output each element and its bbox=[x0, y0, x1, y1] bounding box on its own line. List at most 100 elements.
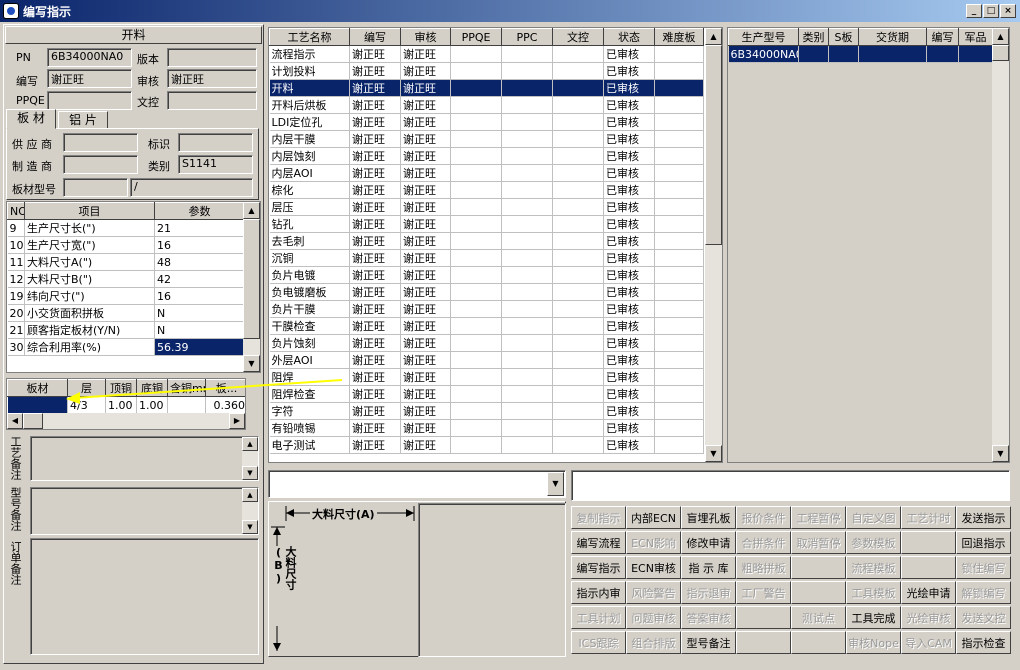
param-no[interactable]: 21 bbox=[7, 321, 25, 339]
param-value[interactable]: 56.39 bbox=[154, 338, 245, 356]
process-cell[interactable] bbox=[501, 181, 553, 199]
process-cell[interactable] bbox=[654, 436, 704, 454]
review-field[interactable]: 谢正旺 bbox=[167, 69, 257, 88]
process-cell[interactable] bbox=[450, 147, 502, 165]
process-cell[interactable] bbox=[501, 266, 553, 284]
process-cell[interactable] bbox=[552, 198, 604, 216]
action-button[interactable]: 编写指示 bbox=[571, 556, 626, 579]
process-cell[interactable] bbox=[552, 385, 604, 403]
process-row[interactable]: 负片干膜 谢正旺 谢正旺 已审核 bbox=[269, 300, 704, 318]
param-no[interactable]: 11 bbox=[7, 253, 25, 271]
process-cell[interactable] bbox=[450, 283, 502, 301]
doc-field[interactable] bbox=[167, 91, 257, 110]
process-cell[interactable] bbox=[654, 79, 704, 97]
process-col-header[interactable]: PPQE bbox=[450, 28, 502, 46]
process-cell[interactable] bbox=[501, 368, 553, 386]
action-button[interactable]: 光绘审核 bbox=[901, 606, 956, 629]
order-col-header[interactable]: 编写 bbox=[926, 28, 959, 46]
process-cell[interactable] bbox=[450, 351, 502, 369]
process-cell[interactable] bbox=[450, 79, 502, 97]
process-cell[interactable]: 钻孔 bbox=[269, 215, 350, 233]
action-button[interactable]: 合拼条件 bbox=[736, 531, 791, 554]
param-value[interactable]: N bbox=[154, 304, 245, 322]
process-col-header[interactable]: 审核 bbox=[400, 28, 451, 46]
action-button[interactable]: 型号备注 bbox=[681, 631, 736, 654]
process-cell[interactable]: 已审核 bbox=[603, 96, 655, 114]
process-scroll-down-icon[interactable]: ▼ bbox=[705, 445, 722, 462]
hscroll-thumb[interactable] bbox=[23, 413, 43, 429]
param-value[interactable]: 16 bbox=[154, 287, 245, 305]
process-cell[interactable] bbox=[654, 130, 704, 148]
process-row[interactable]: 棕化 谢正旺 谢正旺 已审核 bbox=[269, 181, 704, 199]
process-scrollbar[interactable]: ▲ ▼ bbox=[705, 28, 722, 462]
process-cell[interactable]: 已审核 bbox=[603, 419, 655, 437]
process-scroll-thumb[interactable] bbox=[705, 45, 722, 245]
process-cell[interactable] bbox=[552, 436, 604, 454]
params-scrollbar[interactable]: ▲ ▼ bbox=[243, 202, 260, 372]
process-row[interactable]: 开料 谢正旺 谢正旺 已审核 bbox=[269, 79, 704, 97]
process-col-header[interactable]: 编写 bbox=[349, 28, 401, 46]
process-cell[interactable]: 谢正旺 bbox=[349, 283, 401, 301]
process-cell[interactable]: 负电镀磨板 bbox=[269, 283, 350, 301]
process-cell[interactable]: 已审核 bbox=[603, 283, 655, 301]
process-cell[interactable]: 谢正旺 bbox=[349, 113, 401, 131]
process-cell[interactable]: 已审核 bbox=[603, 232, 655, 250]
process-cell[interactable]: 谢正旺 bbox=[349, 215, 401, 233]
process-cell[interactable]: 谢正旺 bbox=[400, 62, 451, 80]
param-row[interactable]: 30 综合利用率(%) 56.39 bbox=[7, 338, 245, 356]
process-cell[interactable] bbox=[654, 368, 704, 386]
author-field[interactable]: 谢正旺 bbox=[47, 69, 132, 88]
process-cell[interactable] bbox=[450, 130, 502, 148]
process-cell[interactable]: 谢正旺 bbox=[400, 266, 451, 284]
process-cell[interactable] bbox=[654, 249, 704, 267]
action-button[interactable]: 粗略拼板 bbox=[736, 556, 791, 579]
process-cell[interactable] bbox=[450, 266, 502, 284]
process-cell[interactable]: 谢正旺 bbox=[349, 249, 401, 267]
order-col-header[interactable]: 类别 bbox=[798, 28, 829, 46]
process-cell[interactable] bbox=[450, 62, 502, 80]
process-cell[interactable]: 谢正旺 bbox=[349, 232, 401, 250]
param-row[interactable]: 9 生产尺寸长(") 21 bbox=[7, 219, 245, 237]
process-cell[interactable]: 谢正旺 bbox=[400, 130, 451, 148]
param-value[interactable]: 42 bbox=[154, 270, 245, 288]
process-row[interactable]: 层压 谢正旺 谢正旺 已审核 bbox=[269, 198, 704, 216]
process-cell[interactable]: 谢正旺 bbox=[400, 385, 451, 403]
action-button[interactable]: 修改申请 bbox=[681, 531, 736, 554]
process-cell[interactable]: 已审核 bbox=[603, 147, 655, 165]
note1-down-icon[interactable]: ▼ bbox=[242, 466, 258, 480]
action-button[interactable]: ICS跟踪 bbox=[571, 631, 626, 654]
process-combo[interactable]: ▼ bbox=[268, 470, 566, 498]
action-button[interactable]: 解锁编写 bbox=[956, 581, 1011, 604]
process-cell[interactable]: 棕化 bbox=[269, 181, 350, 199]
action-button[interactable]: 复制指示 bbox=[571, 506, 626, 529]
process-cell[interactable] bbox=[501, 351, 553, 369]
process-cell[interactable] bbox=[450, 113, 502, 131]
process-cell[interactable]: 已审核 bbox=[603, 266, 655, 284]
process-cell[interactable] bbox=[501, 62, 553, 80]
process-cell[interactable]: 谢正旺 bbox=[400, 351, 451, 369]
action-button[interactable]: 指示检查 bbox=[956, 631, 1011, 654]
process-cell[interactable] bbox=[552, 317, 604, 335]
param-item[interactable]: 大料尺寸A(") bbox=[24, 253, 155, 271]
process-row[interactable]: 外层AOI 谢正旺 谢正旺 已审核 bbox=[269, 351, 704, 369]
process-cell[interactable]: 内层干膜 bbox=[269, 130, 350, 148]
process-row[interactable]: LDI定位孔 谢正旺 谢正旺 已审核 bbox=[269, 113, 704, 131]
process-cell[interactable]: 谢正旺 bbox=[400, 300, 451, 318]
action-button[interactable]: 风险警告 bbox=[626, 581, 681, 604]
action-button[interactable]: 工厂警告 bbox=[736, 581, 791, 604]
process-cell[interactable]: 已审核 bbox=[603, 317, 655, 335]
action-button[interactable]: 编写流程 bbox=[571, 531, 626, 554]
process-cell[interactable] bbox=[552, 249, 604, 267]
action-button[interactable]: 答案审核 bbox=[681, 606, 736, 629]
param-item[interactable]: 生产尺寸宽(") bbox=[24, 236, 155, 254]
action-button[interactable]: 发送指示 bbox=[956, 506, 1011, 529]
process-cell[interactable] bbox=[450, 232, 502, 250]
minimize-button[interactable]: _ bbox=[966, 4, 982, 18]
process-row[interactable]: 钻孔 谢正旺 谢正旺 已审核 bbox=[269, 215, 704, 233]
process-cell[interactable]: 已审核 bbox=[603, 45, 655, 63]
param-no[interactable]: 12 bbox=[7, 270, 25, 288]
process-cell[interactable]: 已审核 bbox=[603, 79, 655, 97]
process-cell[interactable] bbox=[450, 249, 502, 267]
mat-col[interactable]: 板材 bbox=[7, 379, 68, 397]
process-cell[interactable]: 谢正旺 bbox=[400, 181, 451, 199]
